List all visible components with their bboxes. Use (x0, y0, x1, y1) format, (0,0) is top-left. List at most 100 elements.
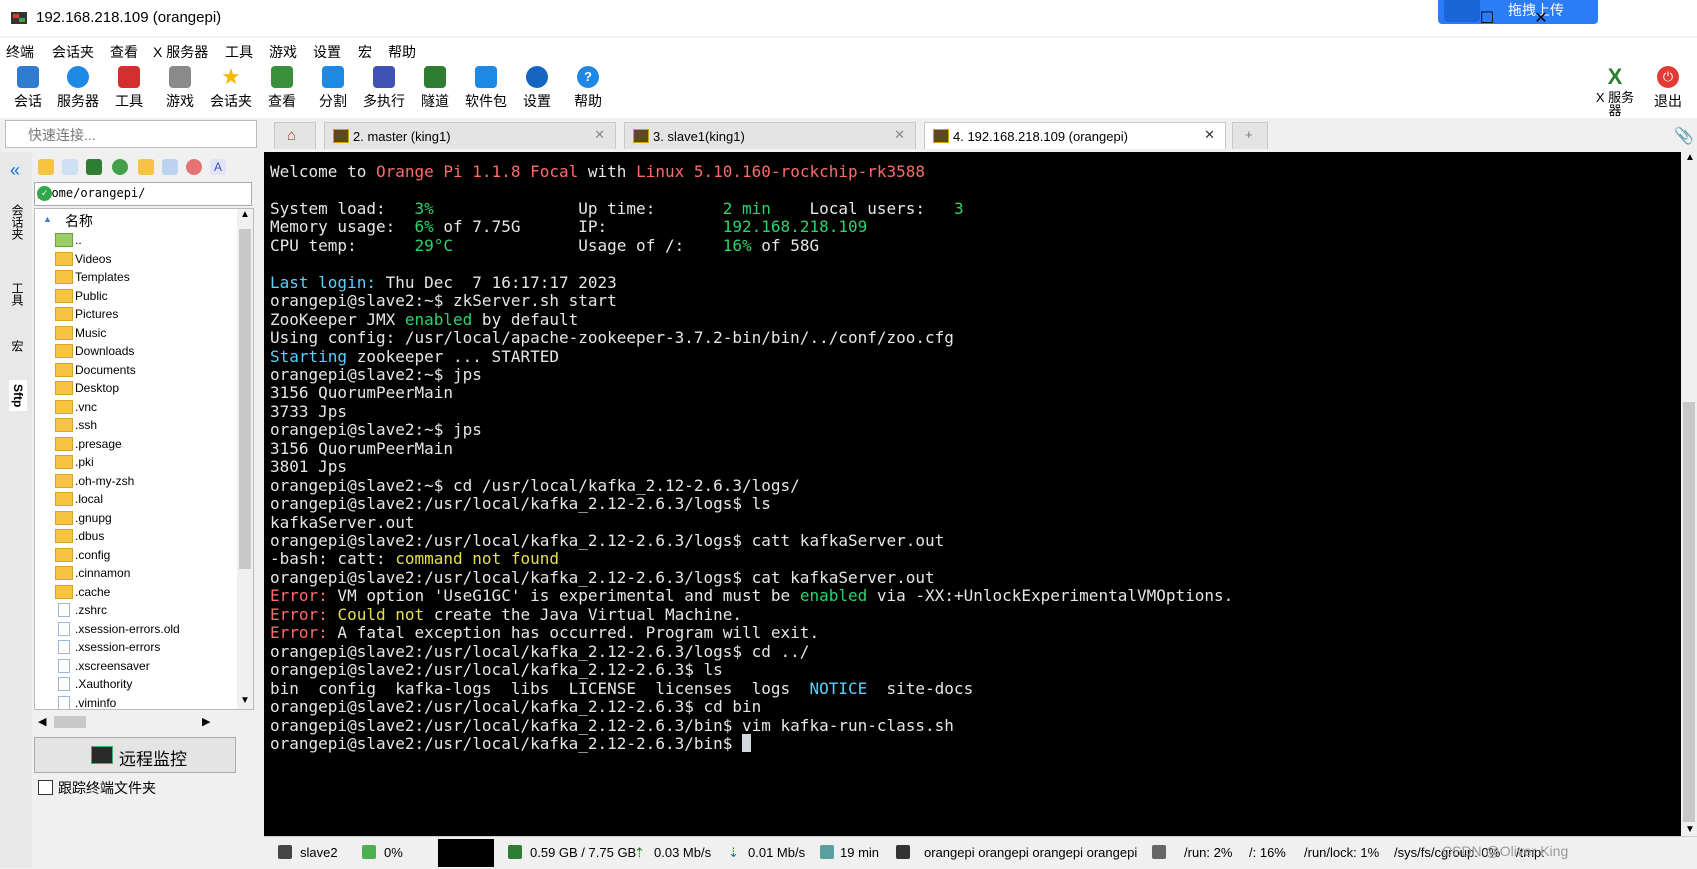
scroll-right-icon[interactable]: ▶ (202, 715, 210, 728)
file-row[interactable]: .zshrc (55, 600, 235, 619)
terminal-scrollbar[interactable]: ▲ ▼ (1681, 152, 1697, 836)
file-row[interactable]: .pki (55, 452, 235, 471)
exit-button[interactable]: ⏻ 退出 (1643, 64, 1693, 111)
menu-terminal[interactable]: 终端 (6, 42, 34, 62)
menu-tools[interactable]: 工具 (225, 42, 253, 62)
file-row[interactable]: .xsession-errors (55, 637, 235, 656)
side-tab-macros[interactable]: 宏 (9, 340, 26, 352)
parent-folder-icon[interactable] (38, 159, 54, 175)
terminal-output[interactable]: Welcome to Orange Pi 1.1.8 Focal with Li… (264, 152, 1681, 836)
menu-view[interactable]: 查看 (110, 42, 138, 62)
close-tab-icon[interactable]: ✕ (1204, 127, 1215, 143)
session-button[interactable]: 会话 (3, 64, 53, 111)
scroll-down-icon[interactable]: ▼ (1685, 824, 1695, 835)
file-row[interactable]: .oh-my-zsh (55, 471, 235, 490)
remote-monitor-button[interactable]: 远程监控 (34, 737, 236, 773)
terminal-text: A fatal exception has occurred. Program … (327, 623, 820, 643)
file-row[interactable]: Pictures (55, 304, 235, 323)
hscroll-thumb[interactable] (54, 716, 86, 728)
side-tab-sessions[interactable]: 会话夹 (9, 204, 26, 240)
scroll-left-icon[interactable]: ◀ (38, 715, 46, 728)
tab-master[interactable]: 2. master (king1) ✕ (324, 122, 616, 149)
tab-slave1[interactable]: 3. slave1(king1) ✕ (624, 122, 916, 149)
sftp-path-input[interactable]: /home/orangepi/ ✓ (34, 182, 252, 206)
collapse-icon[interactable]: « (10, 160, 20, 181)
xserver-button[interactable]: XX 服务器 (1590, 64, 1640, 118)
disk-icon (1152, 845, 1166, 859)
scroll-down-icon[interactable]: ▼ (240, 695, 250, 706)
rename-icon[interactable]: A (210, 159, 226, 175)
scrollbar-thumb[interactable] (1683, 402, 1695, 822)
file-row[interactable]: .xsession-errors.old (55, 619, 235, 638)
star-icon: ★ (221, 64, 241, 89)
games-button[interactable]: 游戏 (155, 64, 205, 111)
check-icon[interactable]: ✓ (37, 186, 52, 201)
file-row[interactable]: Templates (55, 267, 235, 286)
new-file-icon[interactable] (162, 159, 178, 175)
menu-settings[interactable]: 设置 (313, 42, 341, 62)
column-header-name[interactable]: 名称 ▲ (35, 209, 235, 229)
split-button[interactable]: 分割 (308, 64, 358, 111)
file-row[interactable]: .local (55, 489, 235, 508)
file-list-hscrollbar[interactable]: ◀ ▶ (34, 714, 252, 730)
file-row[interactable]: Desktop (55, 378, 235, 397)
maximize-button[interactable]: ☐ (1464, 6, 1510, 32)
file-row[interactable]: .vnc (55, 397, 235, 416)
attach-icon[interactable]: 📎 (1674, 126, 1694, 146)
scroll-up-icon[interactable]: ▲ (240, 209, 250, 220)
new-tab-button[interactable]: + (1232, 122, 1268, 149)
menu-sessions[interactable]: 会话夹 (52, 42, 94, 62)
file-row[interactable]: .dbus (55, 526, 235, 545)
delete-icon[interactable] (186, 159, 202, 175)
servers-button[interactable]: 服务器 (53, 64, 103, 111)
file-row[interactable]: .gnupg (55, 508, 235, 527)
help-button[interactable]: ? 帮助 (563, 64, 613, 111)
settings-button[interactable]: 设置 (512, 64, 562, 111)
menu-macros[interactable]: 宏 (358, 42, 372, 62)
file-row[interactable]: Documents (55, 360, 235, 379)
view-button[interactable]: 查看 (257, 64, 307, 111)
multiexec-button[interactable]: 多执行 (359, 64, 409, 111)
tab-home[interactable]: ⌂ (274, 122, 316, 149)
file-row[interactable]: .ssh (55, 415, 235, 434)
file-row[interactable]: .. (55, 230, 235, 249)
file-row[interactable]: .cinnamon (55, 563, 235, 582)
terminal-text: 3801 Jps (270, 457, 348, 477)
upload-icon[interactable] (86, 159, 102, 175)
scrollbar-thumb[interactable] (239, 229, 251, 569)
refresh-icon[interactable] (112, 159, 128, 175)
file-list-scrollbar[interactable]: ▲ ▼ (237, 209, 253, 709)
packages-button[interactable]: 软件包 (461, 64, 511, 111)
tab-orangepi[interactable]: 4. 192.168.218.109 (orangepi) ✕ (924, 122, 1226, 149)
sessions-folder-button[interactable]: ★ 会话夹 (206, 64, 256, 111)
file-row[interactable]: Videos (55, 249, 235, 268)
status-memory: 0.59 GB / 7.75 GB (530, 845, 637, 860)
file-row[interactable]: .xscreensaver (55, 656, 235, 675)
side-tab-sftp[interactable]: Sftp (9, 380, 27, 412)
tunnel-button[interactable]: 隧道 (410, 64, 460, 111)
file-row[interactable]: .Xauthority (55, 674, 235, 693)
download-icon[interactable] (62, 159, 78, 175)
file-row[interactable]: Downloads (55, 341, 235, 360)
file-row[interactable]: .cache (55, 582, 235, 601)
file-row[interactable]: .viminfo (55, 693, 235, 709)
menu-games[interactable]: 游戏 (269, 42, 297, 62)
file-row[interactable]: .presage (55, 434, 235, 453)
file-row[interactable]: .config (55, 545, 235, 564)
file-row[interactable]: Public (55, 286, 235, 305)
side-tab-tools[interactable]: 工具 (9, 282, 26, 306)
menu-xserver[interactable]: X 服务器 (153, 42, 208, 62)
file-row[interactable]: Music (55, 323, 235, 342)
terminal-text: orangepi@slave2:/usr/local/kafka_2.12-2.… (270, 531, 945, 550)
checkbox[interactable] (38, 780, 53, 795)
close-tab-icon[interactable]: ✕ (894, 127, 905, 143)
follow-terminal-folder-checkbox[interactable]: 跟踪终端文件夹 (38, 778, 248, 798)
new-folder-icon[interactable] (138, 159, 154, 175)
close-tab-icon[interactable]: ✕ (594, 127, 605, 143)
close-button[interactable]: ✕ (1518, 6, 1564, 32)
terminal-text: command not found (395, 549, 559, 569)
menu-help[interactable]: 帮助 (388, 42, 416, 62)
quick-connect-input[interactable]: 快速连接... (5, 120, 257, 148)
tools-button[interactable]: 工具 (104, 64, 154, 111)
scroll-up-icon[interactable]: ▲ (1685, 152, 1695, 163)
